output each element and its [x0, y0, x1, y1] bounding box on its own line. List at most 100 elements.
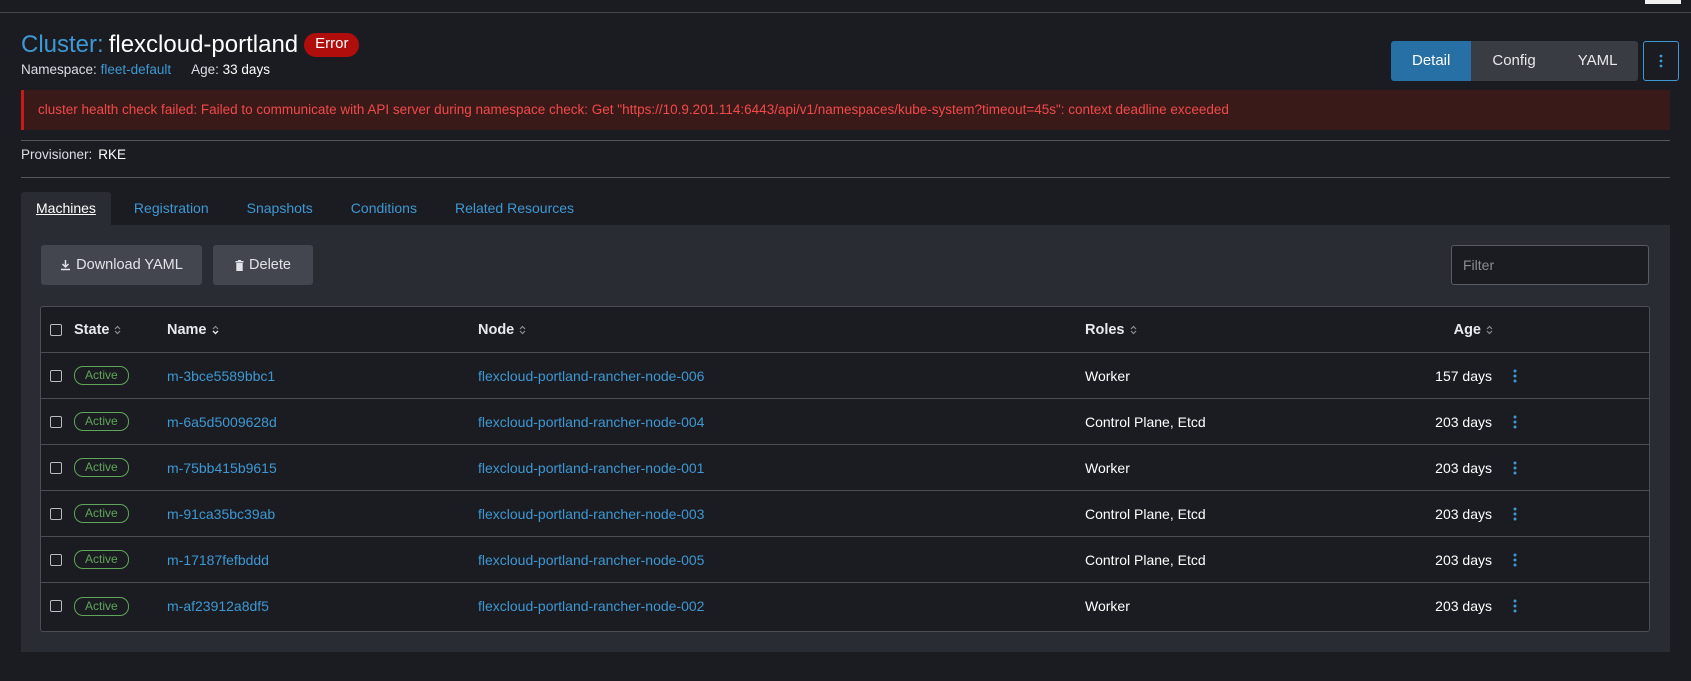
divider	[21, 140, 1670, 141]
row-actions-button[interactable]	[1507, 583, 1523, 629]
select-all-cell	[50, 307, 62, 352]
node-cell: flexcloud-portland-rancher-node-005	[478, 537, 704, 582]
table-header: State Name Node Roles Age	[41, 307, 1649, 353]
header-age-label: Age	[1453, 321, 1481, 338]
node-link[interactable]: flexcloud-portland-rancher-node-003	[478, 506, 704, 522]
cluster-name: flexcloud-portland	[108, 31, 299, 58]
row-checkbox[interactable]	[50, 461, 62, 474]
sort-icon	[212, 325, 218, 334]
row-checkbox[interactable]	[50, 507, 62, 520]
node-link[interactable]: flexcloud-portland-rancher-node-001	[478, 460, 704, 476]
tab-conditions[interactable]: Conditions	[336, 192, 432, 225]
row-checkbox[interactable]	[50, 553, 62, 566]
row-actions-button[interactable]	[1507, 491, 1523, 536]
kebab-icon	[1513, 507, 1517, 520]
header-name[interactable]: Name	[167, 307, 219, 352]
roles-cell: Control Plane, Etcd	[1085, 413, 1206, 430]
tab-registration[interactable]: Registration	[119, 192, 224, 225]
header-roles[interactable]: Roles	[1085, 307, 1137, 352]
row-select-cell	[50, 537, 62, 582]
tab-machines[interactable]: Machines	[21, 192, 111, 225]
node-link[interactable]: flexcloud-portland-rancher-node-004	[478, 414, 704, 430]
header-state[interactable]: State	[74, 307, 121, 352]
header-node[interactable]: Node	[478, 307, 526, 352]
header-state-label: State	[74, 321, 110, 338]
name-cell: m-6a5d5009628d	[167, 399, 277, 444]
table-row: Active m-17187fefbddd flexcloud-portland…	[41, 537, 1649, 583]
roles-cell: Worker	[1085, 459, 1130, 476]
age-cell: 203 days	[1435, 459, 1492, 476]
row-select-cell	[50, 445, 62, 490]
title-row: Cluster: flexcloud-portland Error	[21, 31, 360, 59]
machine-name-link[interactable]: m-af23912a8df5	[167, 598, 269, 614]
kebab-icon	[1513, 415, 1517, 428]
select-all-checkbox[interactable]	[50, 323, 62, 336]
provisioner-info: Provisioner: RKE	[21, 147, 126, 162]
tab-config[interactable]: Config	[1471, 41, 1557, 81]
kebab-icon	[1513, 553, 1517, 566]
row-actions-button[interactable]	[1507, 445, 1523, 490]
divider	[21, 177, 1670, 178]
machine-name-link[interactable]: m-17187fefbddd	[167, 552, 269, 568]
kebab-icon	[1660, 54, 1663, 68]
namespace-link[interactable]: fleet-default	[101, 62, 172, 77]
node-link[interactable]: flexcloud-portland-rancher-node-006	[478, 368, 704, 384]
row-select-cell	[50, 399, 62, 444]
status-badge: Active	[74, 550, 129, 569]
more-actions-button[interactable]	[1643, 41, 1680, 81]
trash-icon	[235, 259, 244, 271]
name-cell: m-75bb415b9615	[167, 445, 277, 490]
delete-button[interactable]: Delete	[213, 245, 313, 285]
machine-name-link[interactable]: m-91ca35bc39ab	[167, 506, 275, 522]
tab-detail[interactable]: Detail	[1391, 41, 1472, 81]
namespace-label: Namespace:	[21, 62, 97, 77]
row-checkbox[interactable]	[50, 415, 62, 428]
node-cell: flexcloud-portland-rancher-node-006	[478, 353, 704, 398]
status-badge: Error	[304, 33, 360, 57]
machine-name-link[interactable]: m-6a5d5009628d	[167, 414, 277, 430]
age-cell: 203 days	[1435, 413, 1492, 430]
state-cell: Active	[74, 445, 129, 490]
sort-icon	[1130, 325, 1136, 334]
row-checkbox[interactable]	[50, 600, 62, 612]
node-link[interactable]: flexcloud-portland-rancher-node-002	[478, 598, 704, 614]
filter-input[interactable]	[1451, 245, 1649, 285]
node-link[interactable]: flexcloud-portland-rancher-node-005	[478, 552, 704, 568]
row-select-cell	[50, 583, 62, 629]
row-select-cell	[50, 353, 62, 398]
node-cell: flexcloud-portland-rancher-node-003	[478, 491, 704, 536]
name-cell: m-af23912a8df5	[167, 583, 269, 629]
download-yaml-button[interactable]: Download YAML	[41, 245, 202, 285]
sort-icon	[115, 325, 121, 334]
row-actions-button[interactable]	[1507, 399, 1523, 444]
name-cell: m-3bce5589bbc1	[167, 353, 275, 398]
kebab-icon	[1513, 461, 1517, 474]
name-cell: m-17187fefbddd	[167, 537, 269, 582]
header-roles-label: Roles	[1085, 321, 1125, 338]
row-checkbox[interactable]	[50, 369, 62, 382]
error-banner: cluster health check failed: Failed to c…	[21, 90, 1670, 130]
provisioner-label: Provisioner:	[21, 147, 93, 162]
roles-cell: Control Plane, Etcd	[1085, 505, 1206, 522]
status-badge: Active	[74, 366, 129, 385]
tab-yaml[interactable]: YAML	[1556, 41, 1639, 81]
title-prefix: Cluster:	[21, 31, 104, 58]
sort-icon	[519, 325, 526, 334]
machine-name-link[interactable]: m-3bce5589bbc1	[167, 368, 275, 384]
age-cell: 157 days	[1435, 367, 1492, 384]
table-row: Active m-3bce5589bbc1 flexcloud-portland…	[41, 353, 1649, 399]
machine-name-link[interactable]: m-75bb415b9615	[167, 460, 277, 476]
state-cell: Active	[74, 537, 129, 582]
table-row: Active m-af23912a8df5 flexcloud-portland…	[41, 583, 1649, 629]
row-actions-button[interactable]	[1507, 353, 1523, 398]
age-cell: 203 days	[1435, 598, 1492, 614]
header-age[interactable]: Age	[1435, 307, 1493, 352]
namespace-meta: Namespace: fleet-default	[21, 62, 171, 77]
status-badge: Active	[74, 504, 129, 523]
status-badge: Active	[74, 458, 129, 477]
machines-panel: Download YAML Delete State Name Node	[21, 225, 1670, 652]
state-cell: Active	[74, 583, 129, 629]
tab-related-resources[interactable]: Related Resources	[440, 192, 589, 225]
tab-snapshots[interactable]: Snapshots	[232, 192, 328, 225]
row-actions-button[interactable]	[1507, 537, 1523, 582]
